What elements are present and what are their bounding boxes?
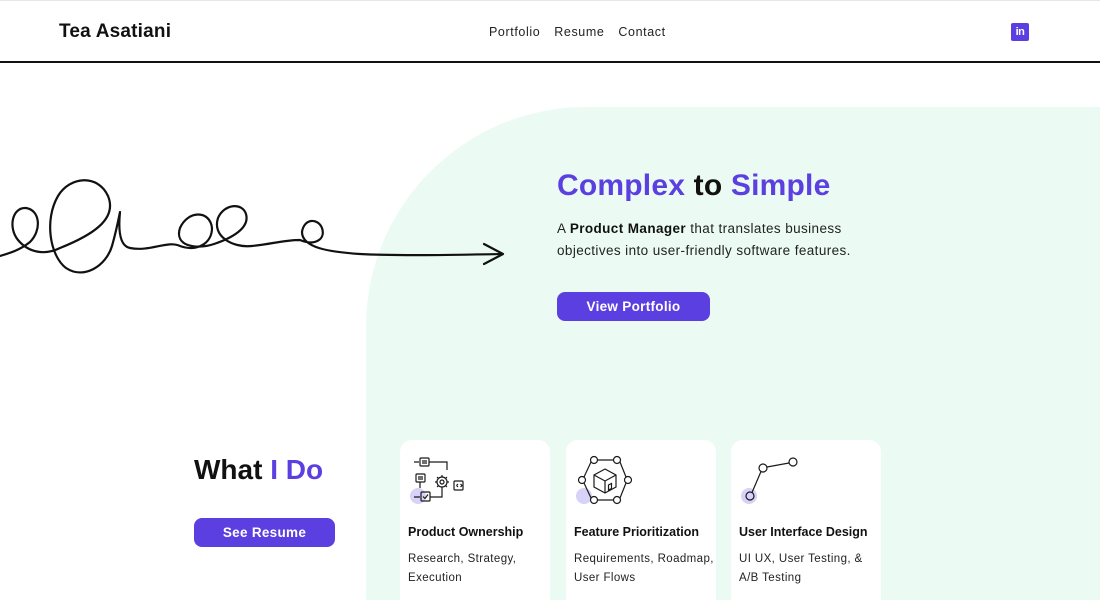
card-description: UI UX, User Testing, & A/B Testing (739, 553, 863, 584)
view-portfolio-button[interactable]: View Portfolio (557, 292, 710, 321)
nav-link-portfolio[interactable]: Portfolio (489, 25, 540, 39)
hero-desc-prefix: A (557, 221, 570, 236)
node-graph-icon (741, 457, 798, 504)
what-title-what: What (194, 454, 271, 485)
nav-link-contact[interactable]: Contact (618, 25, 665, 39)
service-card-product-ownership: Product Ownership Research, Strategy, Ex… (400, 440, 550, 600)
card-title: Product Ownership (408, 525, 524, 539)
service-card-user-interface-design: User Interface Design UI UX, User Testin… (731, 440, 881, 600)
main-nav: Portfolio Resume Contact (489, 25, 666, 39)
site-header: Tea Asatiani Portfolio Resume Contact in (0, 0, 1100, 63)
linkedin-icon[interactable]: in (1011, 23, 1029, 41)
site-brand[interactable]: Tea Asatiani (59, 21, 171, 43)
card-title: User Interface Design (739, 525, 868, 539)
squiggle-arrow-illustration (0, 179, 505, 274)
card-description: Requirements, Roadmap, User Flows (574, 553, 714, 584)
hero-title-complex: Complex (557, 169, 686, 202)
hero-title-simple: Simple (730, 169, 831, 202)
what-i-do-title: What I Do (194, 454, 323, 486)
workflow-icon (410, 457, 464, 504)
hero-description: A Product Manager that translates busine… (557, 218, 877, 262)
hero-title: Complex to Simple (557, 169, 830, 203)
nav-link-resume[interactable]: Resume (554, 25, 604, 39)
hero-title-to: to (685, 169, 731, 202)
service-card-feature-prioritization: Feature Prioritization Requirements, Roa… (566, 440, 716, 600)
see-resume-button[interactable]: See Resume (194, 518, 335, 547)
package-network-icon (576, 455, 633, 505)
what-title-i-do: I Do (270, 454, 324, 485)
card-description: Research, Strategy, Execution (408, 553, 517, 584)
card-title: Feature Prioritization (574, 525, 700, 539)
hero-desc-role: Product Manager (569, 221, 687, 236)
